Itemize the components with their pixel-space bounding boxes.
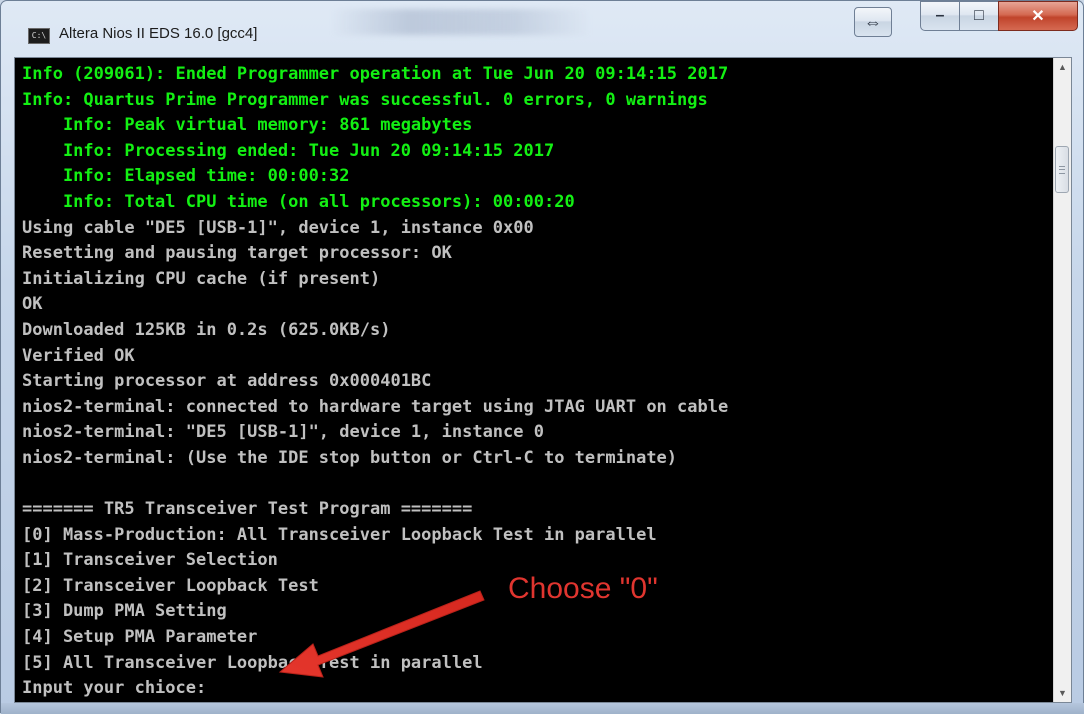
console-line: Initializing CPU cache (if present) [22,268,381,289]
console-line: Info: Quartus Prime Programmer was succe… [22,89,708,110]
console-line: Downloaded 125KB in 0.2s (625.0KB/s) [22,319,391,340]
console-line: Using cable "DE5 [USB-1]", device 1, ins… [22,217,534,238]
annotation-label: Choose "0" [508,572,658,605]
console-line: [4] Setup PMA Parameter [22,627,258,648]
title-bar[interactable]: C:\ Altera Nios II EDS 16.0 [gcc4] ⇔ – □… [1,1,1083,57]
console-line: [1] Transceiver Selection [22,550,278,571]
scrollbar-thumb[interactable] [1055,146,1069,193]
scroll-down-arrow-icon[interactable]: ▼ [1054,684,1071,702]
minimize-button[interactable]: – [920,1,960,31]
console-line: Info: Elapsed time: 00:00:32 [22,166,350,187]
console-line: OK [22,294,43,315]
maximize-icon: □ [974,7,984,24]
console-line: nios2-terminal: "DE5 [USB-1]", device 1,… [22,422,544,443]
scroll-up-arrow-icon[interactable]: ▲ [1054,58,1071,76]
console-line: ======= TR5 Transceiver Test Program ===… [22,499,473,520]
minimize-icon: – [935,7,945,24]
window-title: Altera Nios II EDS 16.0 [gcc4] [59,25,258,42]
console-app-icon[interactable]: C:\ [28,28,50,44]
console-line: Info (209061): Ended Programmer operatio… [22,64,729,84]
snap-button[interactable]: ⇔ [854,7,892,37]
maximize-button[interactable]: □ [959,1,999,31]
console-line: [5] All Transceiver Loopback Test in par… [22,652,483,673]
console-line: Info: Peak virtual memory: 861 megabytes [22,115,473,136]
console-line: Info: Total CPU time (on all processors)… [22,191,575,212]
close-button[interactable]: ✕ [998,1,1078,31]
console-line: Verified OK [22,345,135,366]
console-line: Input your chioce: [22,678,207,699]
vertical-scrollbar[interactable]: ▲ ▼ [1053,58,1071,702]
console-line: [0] Mass-Production: All Transceiver Loo… [22,524,657,545]
grip-icon [1059,165,1065,174]
console-line: Resetting and pausing target processor: … [22,243,452,264]
console-window: C:\ Altera Nios II EDS 16.0 [gcc4] ⇔ – □… [0,0,1084,714]
title-bar-blur [331,9,591,35]
console-line: nios2-terminal: (Use the IDE stop button… [22,447,678,468]
console-line: nios2-terminal: connected to hardware ta… [22,396,729,417]
console-line: Info: Processing ended: Tue Jun 20 09:14… [22,140,555,161]
console-line: Starting processor at address 0x000401BC [22,371,432,392]
snap-icon: ⇔ [864,11,882,32]
close-icon: ✕ [1031,8,1045,25]
console-output[interactable]: Info (209061): Ended Programmer operatio… [14,57,1072,703]
window-bottom-edge [1,703,1084,714]
